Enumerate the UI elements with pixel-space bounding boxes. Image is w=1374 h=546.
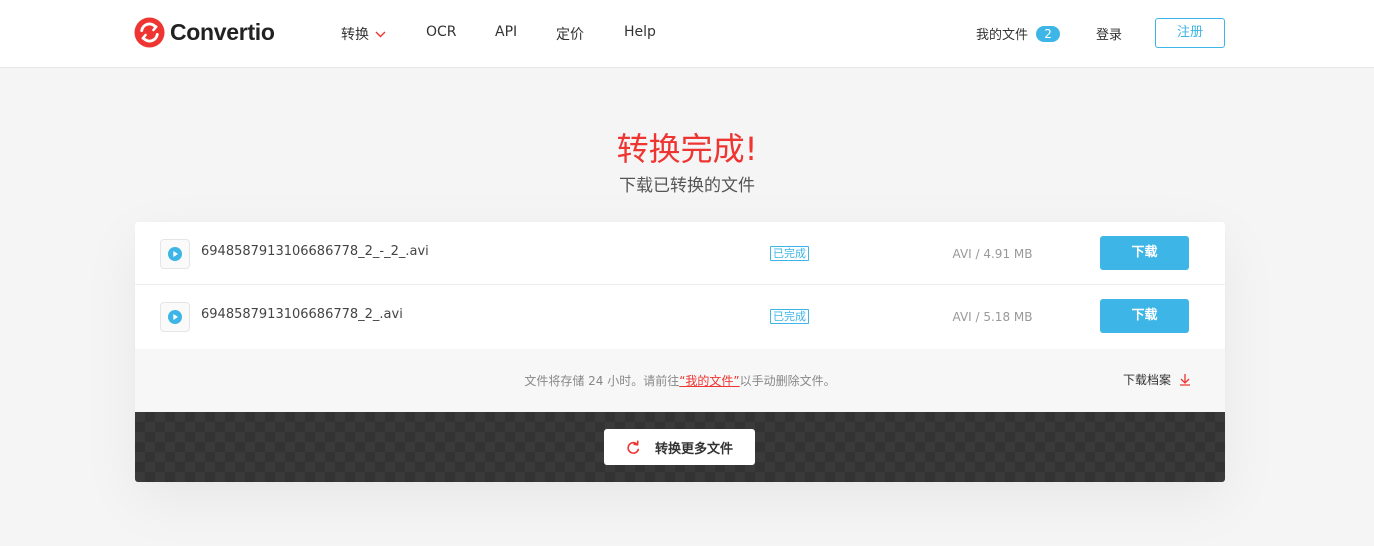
nav-item-label: Help	[624, 24, 656, 40]
my-files-notice-link[interactable]: “我的文件”	[679, 374, 739, 388]
nav-item-label: 转换	[341, 27, 369, 43]
download-button[interactable]: 下载	[1100, 299, 1189, 333]
status-badge: 已完成	[770, 309, 809, 324]
logo[interactable]: Convertio	[134, 17, 275, 48]
convert-more-label: 转换更多文件	[654, 441, 733, 457]
status-badge: 已完成	[770, 246, 809, 261]
brand-name: Convertio	[170, 19, 275, 45]
nav-item-pricing[interactable]: 定价	[556, 24, 584, 44]
download-arrow-icon	[1180, 374, 1191, 386]
file-count-badge: 2	[1036, 25, 1061, 42]
nav-item-help[interactable]: Help	[624, 24, 656, 40]
chevron-down-icon	[375, 31, 386, 37]
download-archive-link[interactable]: 下载档案	[1123, 371, 1191, 388]
login-link[interactable]: 登录	[1096, 24, 1122, 43]
refresh-icon	[627, 439, 640, 454]
convert-more-area: 转换更多文件	[135, 412, 1225, 482]
nav-item-label: API	[495, 24, 518, 40]
convert-more-button[interactable]: 转换更多文件	[604, 429, 755, 465]
notice-text-after: 以手动删除文件。	[739, 374, 836, 388]
top-header: Convertio 转换 OCR API 定价 Help 我的文件 2 登录 注…	[0, 0, 1374, 68]
file-row: 6948587913106686778_2_.avi 已完成 AVI / 5.1…	[135, 285, 1225, 349]
notice-text-before: 文件将存储 24 小时。请前往	[524, 374, 680, 388]
nav-item-convert[interactable]: 转换	[341, 24, 386, 44]
nav-item-label: OCR	[426, 24, 457, 40]
play-circle-icon	[160, 239, 190, 269]
page-title: 转换完成!	[616, 130, 758, 168]
converted-files-panel: 6948587913106686778_2_-_2_.avi 已完成 AVI /…	[135, 222, 1225, 482]
page-subtitle: 下载已转换的文件	[619, 176, 755, 196]
convertio-logo-icon	[134, 17, 165, 48]
storage-notice: 文件将存储 24 小时。请前往“我的文件”以手动删除文件。	[135, 372, 1225, 389]
file-row: 6948587913106686778_2_-_2_.avi 已完成 AVI /…	[135, 222, 1225, 285]
file-size: AVI / 5.18 MB	[952, 310, 1033, 324]
nav-item-label: 定价	[556, 27, 584, 43]
file-size: AVI / 4.91 MB	[952, 247, 1033, 261]
file-name: 6948587913106686778_2_-_2_.avi	[201, 244, 429, 259]
play-circle-icon	[160, 302, 190, 332]
download-archive-label: 下载档案	[1123, 373, 1172, 387]
file-name: 6948587913106686778_2_.avi	[201, 307, 403, 322]
download-button[interactable]: 下载	[1100, 236, 1189, 270]
signup-button[interactable]: 注册	[1155, 18, 1225, 48]
nav-item-ocr[interactable]: OCR	[426, 24, 457, 40]
nav-item-api[interactable]: API	[495, 24, 517, 40]
my-files-label: 我的文件	[976, 28, 1029, 43]
storage-notice-bar: 文件将存储 24 小时。请前往“我的文件”以手动删除文件。 下载档案	[135, 349, 1225, 412]
my-files-link[interactable]: 我的文件 2	[976, 24, 1061, 43]
